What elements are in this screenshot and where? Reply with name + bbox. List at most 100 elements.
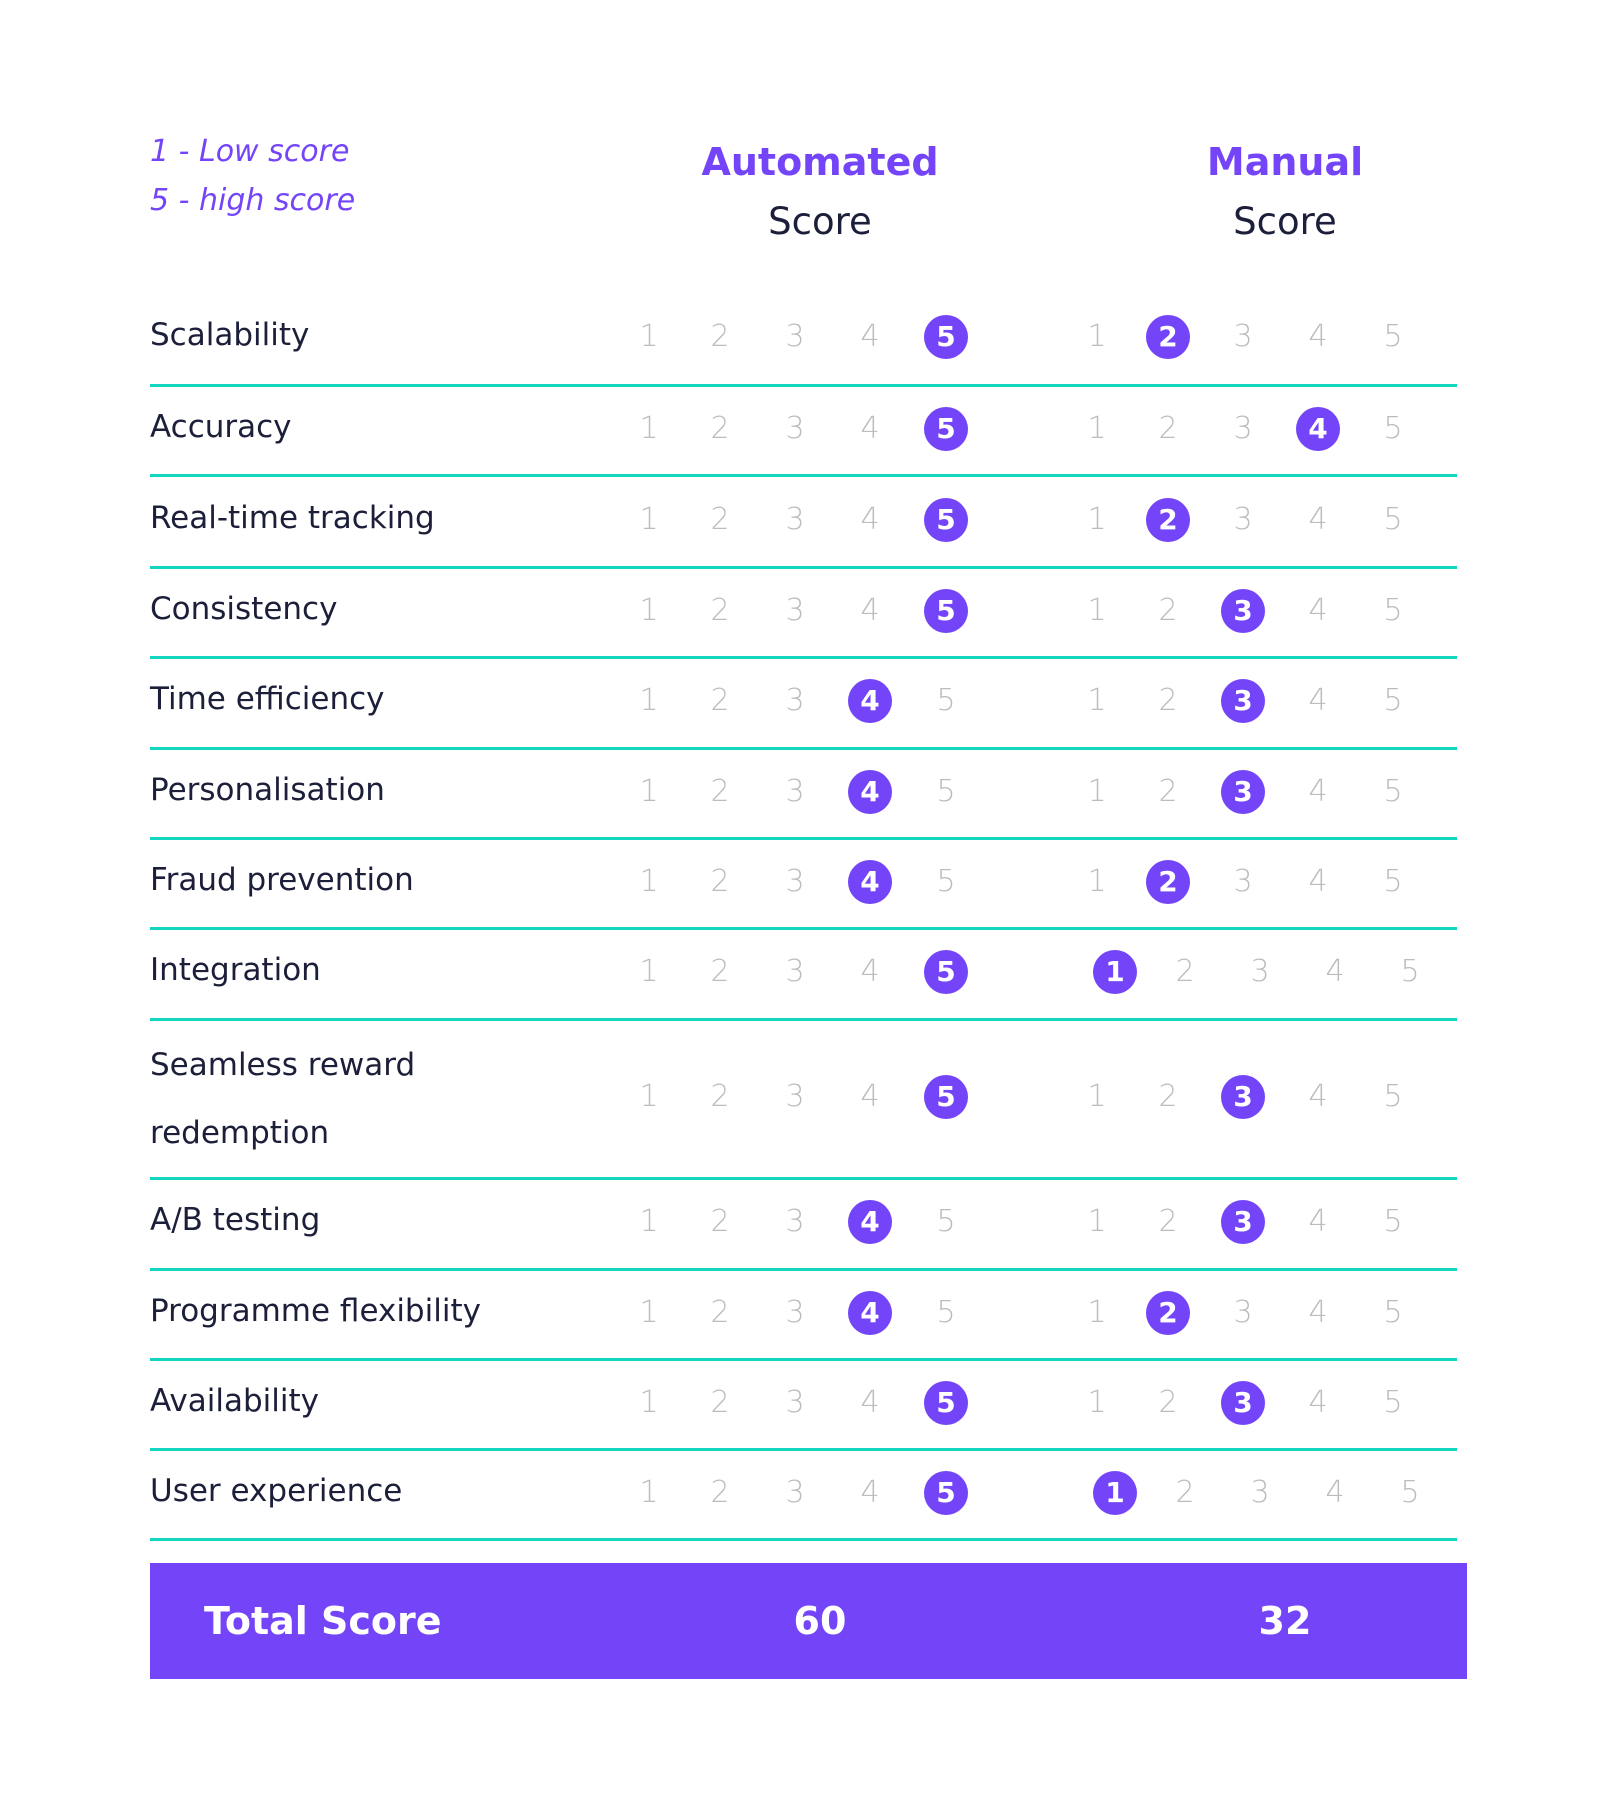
automated-score-5: 5 <box>936 863 956 899</box>
automated-score-1: 1 <box>639 592 659 628</box>
manual-score-2: 2 <box>1158 1079 1178 1114</box>
manual-score-5: 5 <box>1383 1384 1403 1420</box>
automated-score-1: 1 <box>639 863 659 899</box>
criterion-label: Integration <box>150 952 321 988</box>
manual-score-2: 2 <box>1158 1204 1178 1239</box>
criterion-label: A/B testing <box>150 1202 321 1238</box>
manual-score-3: 3 <box>1233 1294 1253 1330</box>
automated-score-5-selected: 5 <box>924 1380 968 1425</box>
automated-score-1: 1 <box>639 683 659 718</box>
total-score-label: Total Score <box>204 1599 442 1643</box>
automated-score-3: 3 <box>785 773 805 809</box>
criterion-label: Personalisation <box>150 771 385 808</box>
automated-score-5-selected: 5 <box>924 1075 968 1119</box>
manual-score-2-selected: 2 <box>1146 1290 1190 1335</box>
automated-score-4: 4 <box>860 501 880 537</box>
automated-score-4-selected: 4 <box>848 679 892 723</box>
manual-column-subtitle: Score <box>1233 200 1337 243</box>
manual-score-1: 1 <box>1087 319 1107 354</box>
manual-score-1: 1 <box>1087 863 1107 899</box>
score-row: Personalisation 1 2 3 4 5 1 2 3 4 5 <box>150 750 1457 840</box>
manual-score-2: 2 <box>1175 954 1195 989</box>
automated-score-2: 2 <box>710 1384 730 1420</box>
criterion-label: Accuracy <box>150 408 292 445</box>
automated-score-2: 2 <box>710 319 730 354</box>
automated-score-2: 2 <box>710 773 730 809</box>
automated-score-4: 4 <box>860 410 880 446</box>
score-row: Fraud prevention 1 2 3 4 5 1 2 3 4 5 <box>150 840 1457 930</box>
manual-score-4: 4 <box>1308 501 1328 537</box>
automated-score-3: 3 <box>785 319 805 354</box>
manual-score-3: 3 <box>1233 501 1253 537</box>
manual-score-4: 4 <box>1308 1079 1328 1114</box>
manual-score-2-selected: 2 <box>1146 497 1190 542</box>
legend-high: 5 - high score <box>150 183 356 218</box>
manual-score-1: 1 <box>1087 501 1107 537</box>
criterion-label: User experience <box>150 1472 403 1509</box>
manual-score-4: 4 <box>1308 1204 1328 1239</box>
criterion-label-line: Seamless reward <box>150 1047 416 1083</box>
manual-score-1: 1 <box>1087 592 1107 628</box>
automated-score-5-selected: 5 <box>924 1470 968 1515</box>
automated-score-2: 2 <box>710 863 730 899</box>
manual-score-4: 4 <box>1308 592 1328 628</box>
automated-score-5: 5 <box>936 1204 956 1239</box>
manual-score-2: 2 <box>1158 683 1178 718</box>
automated-score-3: 3 <box>785 863 805 899</box>
automated-score-4: 4 <box>860 1079 880 1114</box>
manual-score-3: 3 <box>1250 1474 1270 1510</box>
automated-score-4: 4 <box>860 954 880 989</box>
legend-low: 1 - Low score <box>150 134 350 169</box>
automated-score-4-selected: 4 <box>848 1290 892 1335</box>
manual-score-4: 4 <box>1325 954 1345 989</box>
automated-score-2: 2 <box>710 1079 730 1114</box>
score-row: Integration 1 2 3 4 5 1 2 3 4 5 <box>150 930 1457 1021</box>
score-row: Real-time tracking 1 2 3 4 5 1 2 3 4 5 <box>150 477 1457 569</box>
manual-score-1: 1 <box>1087 1204 1107 1239</box>
manual-score-3: 3 <box>1233 319 1253 354</box>
manual-column-title: Manual <box>1206 140 1364 184</box>
criterion-label: Seamless reward redemption <box>150 1031 415 1167</box>
automated-score-5: 5 <box>936 773 956 809</box>
manual-score-1: 1 <box>1087 410 1107 446</box>
manual-score-5: 5 <box>1383 319 1403 354</box>
automated-score-3: 3 <box>785 1204 805 1239</box>
manual-score-5: 5 <box>1400 1474 1420 1510</box>
manual-score-5: 5 <box>1383 1204 1403 1239</box>
criterion-label-line: redemption <box>150 1115 330 1151</box>
criterion-label: Consistency <box>150 590 338 627</box>
automated-score-1: 1 <box>639 1384 659 1420</box>
manual-score-5: 5 <box>1383 1294 1403 1330</box>
manual-score-3-selected: 3 <box>1221 588 1265 633</box>
manual-score-1: 1 <box>1087 1079 1107 1114</box>
manual-score-2: 2 <box>1158 773 1178 809</box>
automated-score-2: 2 <box>710 592 730 628</box>
manual-score-2-selected: 2 <box>1146 315 1190 359</box>
manual-score-2: 2 <box>1158 1384 1178 1420</box>
automated-score-4: 4 <box>860 1474 880 1510</box>
score-row: Time efficiency 1 2 3 4 5 1 2 3 4 5 <box>150 659 1457 750</box>
score-row: User experience 1 2 3 4 5 1 2 3 4 5 <box>150 1451 1457 1541</box>
manual-score-5: 5 <box>1383 683 1403 718</box>
manual-score-3: 3 <box>1233 863 1253 899</box>
manual-score-3: 3 <box>1250 954 1270 989</box>
manual-score-4: 4 <box>1308 683 1328 718</box>
criterion-label: Fraud prevention <box>150 861 414 898</box>
manual-score-3-selected: 3 <box>1221 1200 1265 1244</box>
total-manual-value: 32 <box>1258 1599 1312 1643</box>
manual-score-2-selected: 2 <box>1146 859 1190 904</box>
manual-score-4: 4 <box>1325 1474 1345 1510</box>
score-row: A/B testing 1 2 3 4 5 1 2 3 4 5 <box>150 1180 1457 1271</box>
manual-score-5: 5 <box>1383 773 1403 809</box>
manual-score-3-selected: 3 <box>1221 679 1265 723</box>
automated-column-title: Automated <box>701 140 939 184</box>
automated-score-5-selected: 5 <box>924 406 968 451</box>
manual-score-3-selected: 3 <box>1221 769 1265 814</box>
criterion-label: Real-time tracking <box>150 499 435 536</box>
score-row: Programme flexibility 1 2 3 4 5 1 2 3 4 5 <box>150 1271 1457 1361</box>
automated-score-1: 1 <box>639 319 659 354</box>
score-row: Seamless reward redemption 1 2 3 4 5 1 2 3 4 5 <box>150 1021 1457 1180</box>
automated-score-3: 3 <box>785 954 805 989</box>
score-row: Consistency 1 2 3 4 5 1 2 3 4 5 <box>150 569 1457 659</box>
manual-score-3: 3 <box>1233 410 1253 446</box>
